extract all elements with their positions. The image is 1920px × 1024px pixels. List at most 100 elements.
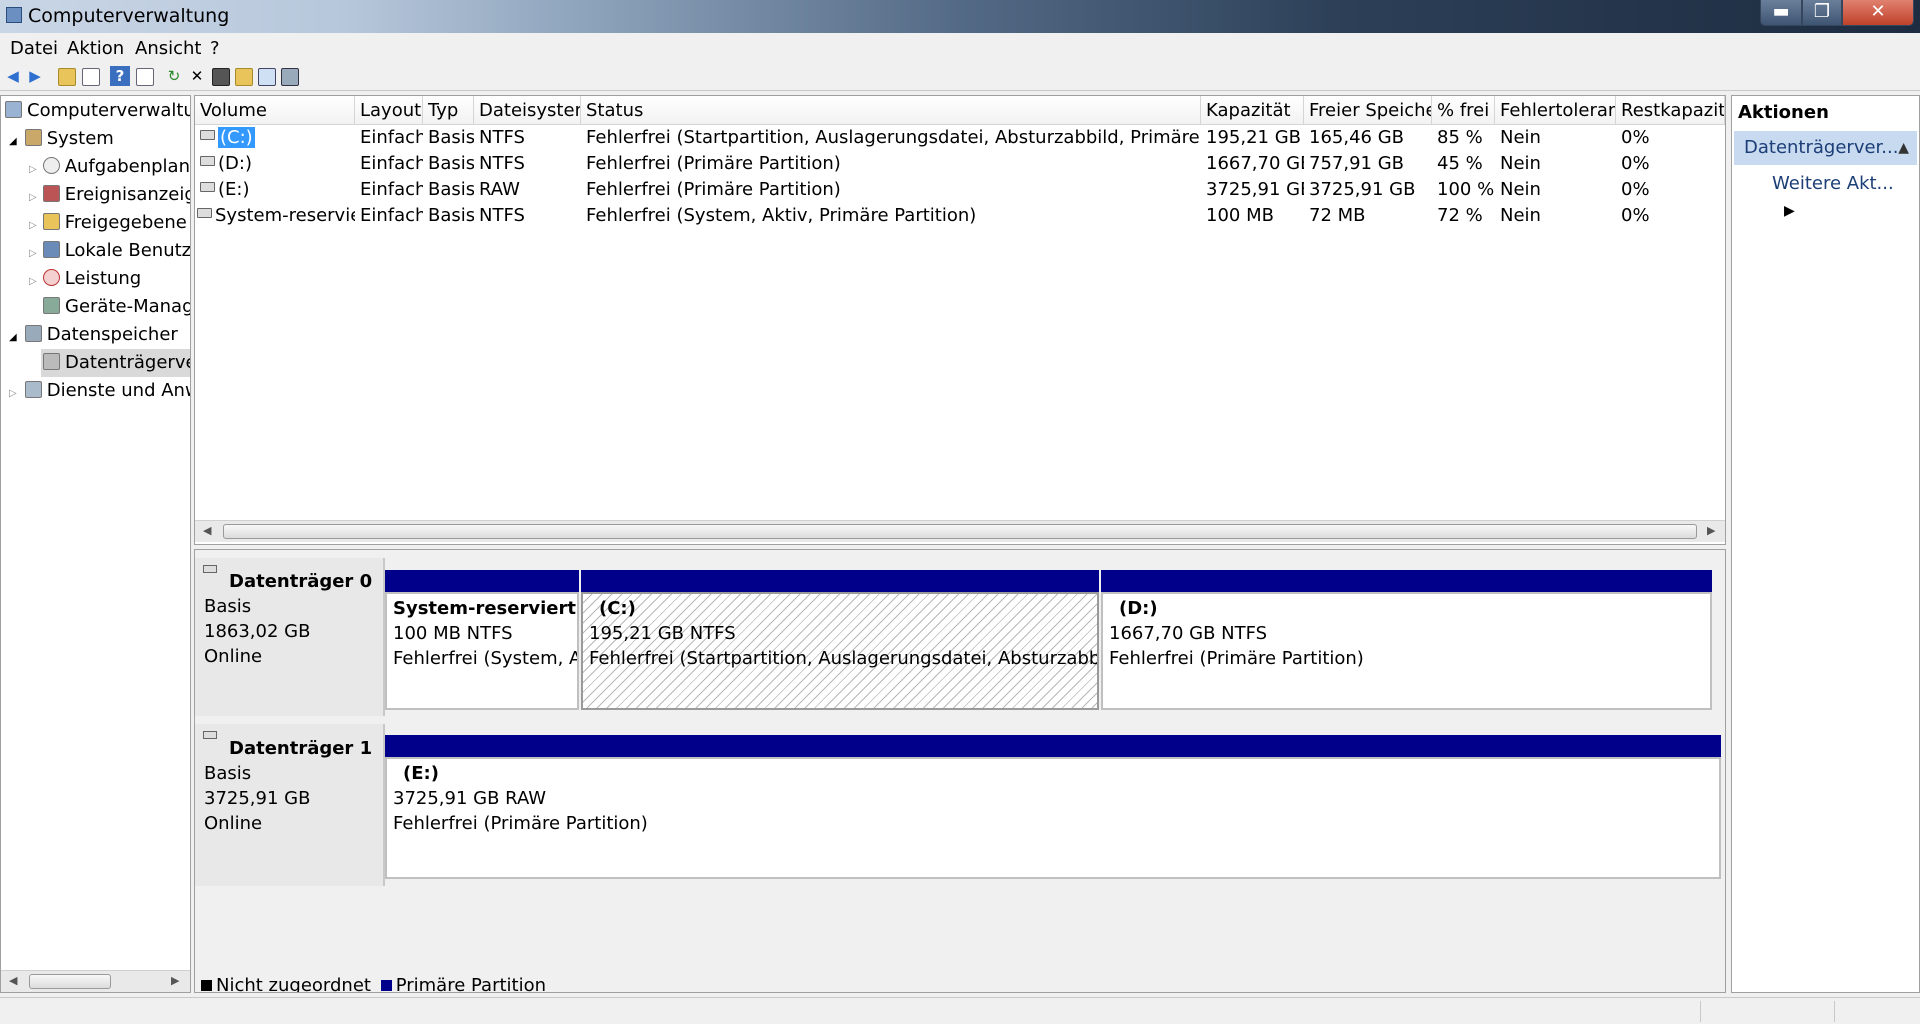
scroll-left-icon[interactable]: ◀ — [9, 974, 17, 987]
capacity-cell: 1667,70 GB — [1206, 153, 1304, 174]
tree-item-dienste[interactable]: ▷Dienste und Anwe — [9, 377, 190, 405]
table-row[interactable]: System-reserviert Einfach Basis NTFS Feh… — [195, 203, 1725, 229]
open-icon[interactable] — [233, 66, 253, 86]
scroll-right-icon[interactable]: ▶ — [1707, 524, 1715, 537]
partition-title: (E:) — [403, 763, 439, 784]
tree-item-datenspeicher[interactable]: ◢ Datenspeicher — [9, 321, 178, 349]
partition-system-reserved[interactable]: System-reserviert 100 MB NTFS Fehlerfrei… — [385, 592, 579, 710]
tree-item-geraete-manager[interactable]: Geräte-Manage — [43, 293, 190, 321]
table-row[interactable]: (D:) Einfach Basis NTFS Fehlerfrei (Prim… — [195, 151, 1725, 177]
more-actions-label: Weitere Akt... — [1772, 173, 1894, 194]
actions-title: Aktionen — [1738, 102, 1829, 123]
disk-0-info[interactable]: Datenträger 0 Basis 1863,02 GB Online — [195, 558, 385, 716]
partition-size: 1667,70 GB NTFS — [1109, 623, 1268, 644]
disk-name: Datenträger 1 — [229, 738, 373, 759]
collapsed-arrow-icon[interactable]: ▷ — [29, 164, 37, 175]
filesystem-cell: NTFS — [479, 205, 525, 226]
refresh-icon[interactable]: ↻ — [164, 66, 184, 86]
event-viewer-icon — [42, 185, 60, 202]
scroll-thumb[interactable] — [223, 524, 1697, 539]
column-header-kapazitaet[interactable]: Kapazität — [1201, 96, 1304, 125]
collapsed-arrow-icon[interactable]: ▷ — [9, 388, 17, 399]
percent-free-cell: 85 % — [1437, 127, 1483, 148]
column-header-restkapazitaet[interactable]: Restkapazität — [1616, 96, 1725, 125]
tree-item-freigegebene-ordner[interactable]: ▷Freigegebene O — [29, 209, 190, 237]
more-actions-item[interactable]: Weitere Akt... ▶ — [1772, 171, 1919, 224]
check-disk-icon[interactable] — [279, 66, 299, 86]
status-bar — [0, 997, 1920, 1024]
tree-item-lokale-benutzer[interactable]: ▷Lokale Benutzer — [29, 237, 190, 265]
minimize-button[interactable]: ▬ — [1760, 0, 1802, 26]
up-folder-icon[interactable] — [56, 66, 76, 86]
partition-e[interactable]: (E:) 3725,91 GB RAW Fehlerfrei (Primäre … — [385, 757, 1721, 879]
properties-icon[interactable] — [210, 66, 230, 86]
disk-icon — [203, 565, 217, 573]
clock-icon — [42, 157, 60, 174]
submenu-arrow-icon: ▶ — [1784, 203, 1795, 219]
menu-aktion[interactable]: Aktion — [67, 38, 124, 59]
tree-item-leistung[interactable]: ▷ Leistung — [29, 265, 141, 293]
computer-management-icon — [6, 7, 22, 23]
shared-folder-icon — [42, 213, 60, 230]
close-button[interactable]: ✕ — [1842, 0, 1914, 26]
scroll-thumb[interactable] — [29, 974, 111, 989]
console-icon[interactable] — [134, 66, 154, 86]
menu-datei[interactable]: Datei — [10, 38, 58, 59]
collapsed-arrow-icon[interactable]: ▷ — [29, 276, 37, 287]
partition-c[interactable]: (C:) 195,21 GB NTFS Fehlerfrei (Startpar… — [581, 592, 1099, 710]
actions-pane: Aktionen Datenträgerver... ▲ Weitere Akt… — [1731, 95, 1920, 993]
free-space-cell: 72 MB — [1309, 205, 1366, 226]
capacity-cell: 3725,91 GB — [1206, 179, 1304, 200]
column-header-status[interactable]: Status — [581, 96, 1201, 125]
search-icon[interactable] — [256, 66, 276, 86]
forward-icon[interactable]: ▶ — [25, 66, 45, 86]
collapsed-arrow-icon[interactable]: ▷ — [29, 248, 37, 259]
column-header-typ[interactable]: Typ — [423, 96, 474, 125]
column-header-fehlertoleranz[interactable]: Fehlertoleranz — [1495, 96, 1616, 125]
filesystem-cell: NTFS — [479, 153, 525, 174]
disk-type: Basis — [204, 596, 252, 617]
show-hide-tree-icon[interactable] — [80, 66, 100, 86]
tree-item-system[interactable]: ◢ System — [9, 125, 114, 153]
column-header-volume[interactable]: Volume — [195, 96, 355, 125]
scroll-right-icon[interactable]: ▶ — [171, 974, 179, 987]
collapse-icon[interactable]: ▲ — [1898, 131, 1909, 165]
volume-cell: System-reserviert — [195, 203, 355, 229]
list-horizontal-scrollbar[interactable]: ◀ ▶ — [195, 520, 1725, 542]
actions-group-header[interactable]: Datenträgerver... ▲ — [1734, 131, 1917, 165]
tree-item-datentraegerverwaltung[interactable]: Datenträgerverv — [41, 349, 190, 377]
tree-item-ereignisanzeige[interactable]: ▷Ereignisanzeige — [29, 181, 190, 209]
collapsed-arrow-icon[interactable]: ▷ — [29, 220, 37, 231]
overhead-cell: 0% — [1621, 179, 1650, 200]
column-header-dateisystem[interactable]: Dateisystem — [474, 96, 581, 125]
collapsed-arrow-icon[interactable]: ▷ — [29, 192, 37, 203]
table-row[interactable]: (C:) Einfach Basis NTFS Fehlerfrei (Star… — [195, 125, 1725, 151]
tree-item-aufgabenplanung[interactable]: ▷ Aufgabenplanu — [29, 153, 190, 181]
type-cell: Basis — [428, 179, 474, 200]
tree-horizontal-scrollbar[interactable]: ◀ ▶ — [1, 970, 190, 992]
column-header-prozent-frei[interactable]: % frei — [1432, 96, 1495, 125]
partition-color-bar — [581, 570, 1099, 592]
expanded-arrow-icon[interactable]: ◢ — [9, 136, 17, 147]
computer-management-icon — [5, 101, 22, 118]
table-row[interactable]: (E:) Einfach Basis RAW Fehlerfrei (Primä… — [195, 177, 1725, 203]
performance-icon — [42, 269, 60, 286]
column-header-layout[interactable]: Layout — [355, 96, 423, 125]
tree-item-computerverwaltung[interactable]: Computerverwaltung — [5, 97, 190, 125]
column-header-freier-speicher[interactable]: Freier Speicher — [1304, 96, 1432, 125]
disk-icon — [203, 731, 217, 739]
back-icon[interactable]: ◀ — [3, 66, 23, 86]
disk-1-info[interactable]: Datenträger 1 Basis 3725,91 GB Online — [195, 724, 385, 886]
help-icon[interactable]: ? — [110, 66, 130, 86]
menu-ansicht[interactable]: Ansicht — [135, 38, 201, 59]
menu-help[interactable]: ? — [210, 38, 220, 59]
disk-state: Online — [204, 646, 263, 667]
volume-cell: (E:) — [195, 177, 355, 203]
delete-icon[interactable]: ✕ — [187, 66, 207, 86]
scroll-left-icon[interactable]: ◀ — [203, 524, 211, 537]
partition-d[interactable]: (D:) 1667,70 GB NTFS Fehlerfrei (Primäre… — [1101, 592, 1712, 710]
maximize-button[interactable]: ❐ — [1802, 0, 1842, 26]
expanded-arrow-icon[interactable]: ◢ — [9, 332, 17, 343]
volume-cell: (D:) — [195, 151, 355, 177]
disk-graphical-view: Datenträger 0 Basis 1863,02 GB Online Sy… — [194, 549, 1726, 993]
